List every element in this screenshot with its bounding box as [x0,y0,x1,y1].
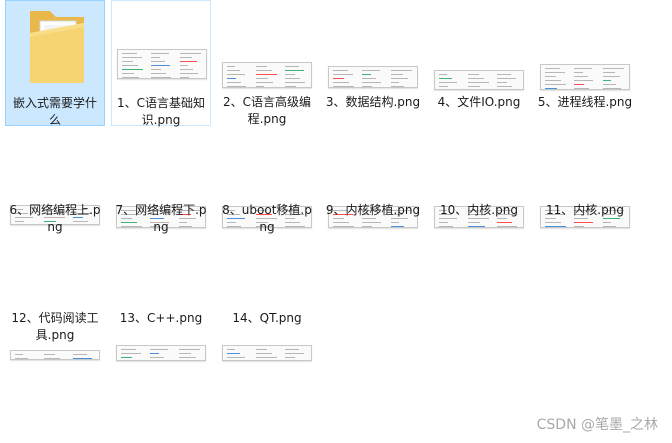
thumbnail-area [112,1,210,89]
file-item[interactable]: 9、内核移植.png [323,108,423,234]
thumbnail-area [111,216,211,361]
thumbnail-area [5,108,105,225]
file-name-label: 12、代码阅读工具.png [11,311,99,342]
image-thumbnail [116,345,206,361]
thumbnail-area [323,108,423,228]
image-thumbnail [222,62,312,88]
thumbnail-area [217,216,317,361]
file-name-label: 9、内核移植.png [325,203,421,217]
thumbnail-area [217,0,317,88]
folder-icon [30,11,84,83]
image-thumbnail [434,70,524,90]
thumbnail-area [323,0,423,88]
thumbnail-area [429,0,529,90]
file-item[interactable]: 13、C++.png [111,216,211,361]
thumbnail-area [5,216,105,360]
file-item[interactable]: 10、内核.png [429,108,529,234]
thumbnail-area [6,1,104,89]
file-item[interactable]: 11、内核.png [535,108,635,234]
csdn-watermark: CSDN @笔墨_之林 [536,417,658,433]
thumbnail-area [535,108,635,228]
file-name-label: 10、内核.png [440,203,518,217]
file-item[interactable]: 12、代码阅读工具.png [5,216,105,360]
thumbnail-area [111,108,211,228]
file-name-label: 13、C++.png [119,311,203,325]
thumbnail-area [217,108,317,228]
thumbnail-area [429,108,529,228]
image-thumbnail [540,64,630,90]
image-thumbnail [222,345,312,361]
file-name-label: 11、内核.png [546,203,624,217]
thumbnail-area [535,0,635,90]
file-item[interactable]: 14、QT.png [217,216,317,361]
image-thumbnail [10,350,100,360]
image-thumbnail [117,49,207,79]
image-thumbnail [328,66,418,88]
file-name-label: 14、QT.png [232,311,302,325]
